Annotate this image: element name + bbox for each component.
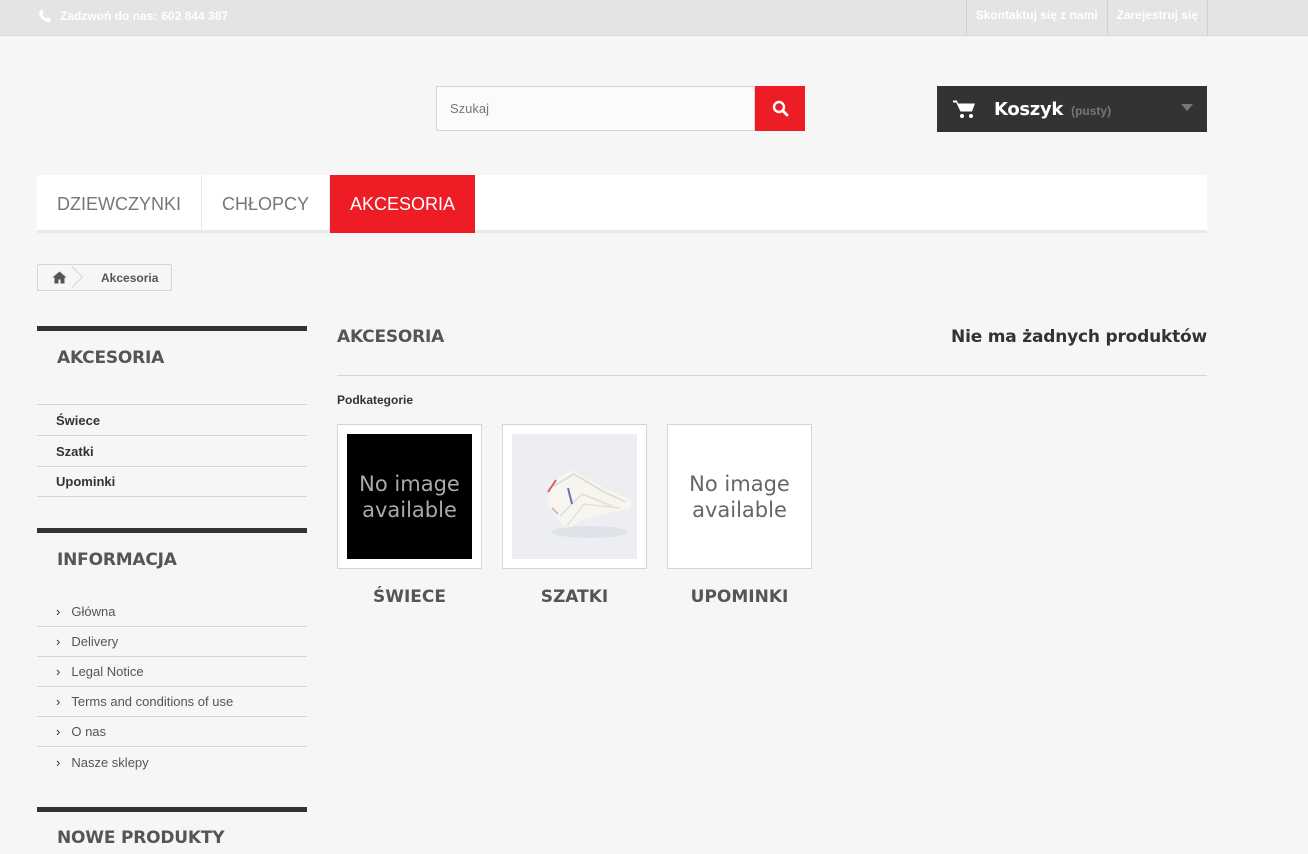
phone-icon xyxy=(38,9,52,22)
cart-state: (pusty) xyxy=(1071,103,1112,118)
info-link-o-nas[interactable]: › O nas xyxy=(37,717,307,747)
no-image-placeholder: No image available xyxy=(347,434,472,559)
info-link-label: Terms and conditions of use xyxy=(71,694,234,709)
register-link[interactable]: Zarejestruj się xyxy=(1106,0,1208,36)
chevron-right-icon: › xyxy=(56,754,61,770)
category-link-szatki[interactable]: Szatki xyxy=(37,435,307,466)
cart-title: Koszyk xyxy=(994,98,1064,120)
breadcrumb: Akcesoria xyxy=(37,264,172,291)
folded-cloths-image xyxy=(512,434,637,559)
new-products-block: NOWE PRODUKTY xyxy=(37,807,307,854)
info-link-label: Główna xyxy=(71,604,116,619)
home-icon xyxy=(52,271,66,284)
breadcrumb-separator xyxy=(72,264,99,291)
top-links: Skontaktuj się z nami Zarejestruj się xyxy=(965,0,1208,36)
info-link-terms[interactable]: › Terms and conditions of use xyxy=(37,687,307,717)
no-image-placeholder: No image available xyxy=(677,434,802,559)
category-link-swiece[interactable]: Świece xyxy=(37,404,307,435)
search-icon xyxy=(772,100,788,117)
top-bar: Zadzwoń do nas: 602 844 387 Skontaktuj s… xyxy=(0,0,1308,36)
info-link-glowna[interactable]: › Główna xyxy=(37,597,307,627)
subcategory-tile-swiece[interactable]: No image available xyxy=(337,424,482,569)
info-link-legal-notice[interactable]: › Legal Notice xyxy=(37,657,307,687)
search-input[interactable] xyxy=(436,86,755,131)
category-link-upominki[interactable]: Upominki xyxy=(37,466,307,497)
chevron-right-icon: › xyxy=(56,604,61,619)
subcategory-name-swiece[interactable]: ŚWIECE xyxy=(337,587,482,607)
chevron-right-icon: › xyxy=(56,694,61,709)
info-link-label: O nas xyxy=(71,724,107,739)
category-title: AKCESORIA xyxy=(337,327,445,347)
caret-down-icon xyxy=(1181,104,1193,111)
categories-block: AKCESORIA xyxy=(37,326,307,404)
info-link-label: Delivery xyxy=(71,634,119,649)
shopping-cart-icon xyxy=(953,100,975,118)
information-title: INFORMACJA xyxy=(57,550,177,570)
menu-item-chlopcy[interactable]: CHŁOPCY xyxy=(202,175,331,233)
divider xyxy=(337,375,1207,376)
chevron-right-icon: › xyxy=(56,664,61,679)
phone-number: 602 844 387 xyxy=(161,9,229,23)
chevron-right-icon: › xyxy=(56,724,61,739)
info-link-label: Legal Notice xyxy=(71,664,144,679)
menu-item-akcesoria[interactable]: AKCESORIA xyxy=(330,175,476,233)
cart-button[interactable]: Koszyk (pusty) xyxy=(937,86,1207,132)
info-link-delivery[interactable]: › Delivery xyxy=(37,627,307,657)
main-menu: DZIEWCZYNKI CHŁOPCY AKCESORIA xyxy=(37,175,1207,233)
chevron-right-icon: › xyxy=(56,634,61,649)
menu-item-dziewczynki[interactable]: DZIEWCZYNKI xyxy=(37,175,202,233)
search-button[interactable] xyxy=(755,86,805,131)
new-products-title[interactable]: NOWE PRODUKTY xyxy=(37,828,307,848)
subcategory-tile-szatki[interactable] xyxy=(502,424,647,569)
breadcrumb-current: Akcesoria xyxy=(101,270,159,285)
product-count: Nie ma żadnych produktów xyxy=(951,327,1207,347)
category-list: Świece Szatki Upominki xyxy=(37,404,307,497)
contact-link[interactable]: Skontaktuj się z nami xyxy=(965,0,1107,36)
subcategory-tile-upominki[interactable]: No image available xyxy=(667,424,812,569)
phone-label: Zadzwoń do nas: xyxy=(60,9,158,23)
subcategory-name-upominki[interactable]: UPOMINKI xyxy=(667,587,812,607)
subcategory-name-szatki[interactable]: SZATKI xyxy=(502,587,647,607)
information-block: INFORMACJA xyxy=(37,528,307,597)
info-link-label: Nasze sklepy xyxy=(71,754,149,770)
info-link-nasze-sklepy[interactable]: › Nasze sklepy xyxy=(37,747,307,777)
subcategories-heading: Podkategorie xyxy=(337,393,414,407)
phone-info: Zadzwoń do nas: 602 844 387 xyxy=(37,5,228,27)
subcategory-image xyxy=(512,434,637,559)
information-list: › Główna › Delivery › Legal Notice › Terms a… xyxy=(37,597,307,777)
categories-title: AKCESORIA xyxy=(57,348,165,368)
search-bar xyxy=(436,86,805,131)
